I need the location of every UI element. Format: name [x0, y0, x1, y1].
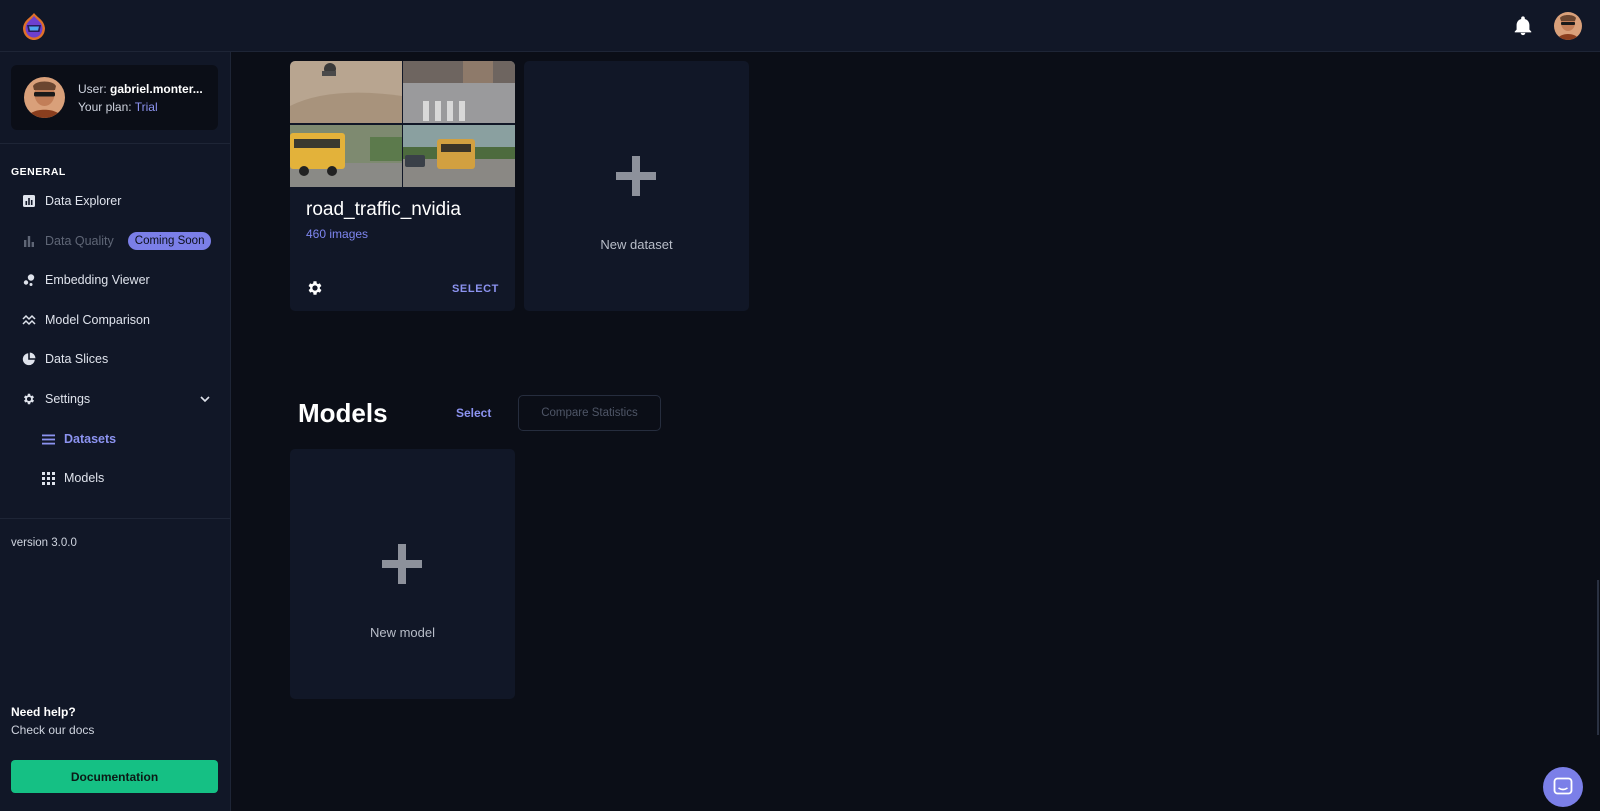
user-name-line: User: gabriel.monter...: [78, 82, 210, 96]
sidebar-item-label: Data Slices: [45, 352, 109, 366]
line-wave-icon: [22, 314, 36, 326]
dataset-card[interactable]: road_traffic_nvidia 460 images SELECT: [290, 61, 515, 311]
plan-value[interactable]: Trial: [135, 100, 158, 114]
chat-support-button[interactable]: [1543, 767, 1583, 807]
thumbnail-image: [403, 124, 515, 188]
sidebar-item-data-explorer[interactable]: Data Explorer: [22, 189, 121, 213]
gear-icon: [23, 393, 35, 405]
plus-icon: [616, 156, 656, 196]
sidebar-subitem-label: Models: [64, 471, 105, 485]
new-dataset-card[interactable]: New dataset: [524, 61, 749, 311]
sidebar-item-embedding-viewer[interactable]: Embedding Viewer: [22, 268, 150, 292]
sidebar-item-label: Settings: [45, 392, 91, 406]
divider: [0, 518, 231, 519]
bar-chart-icon: [23, 195, 35, 207]
sidebar-item-data-slices[interactable]: Data Slices: [22, 347, 108, 371]
plus-icon: [382, 544, 422, 584]
grid-icon: [42, 471, 55, 485]
sidebar-item-label: Data Quality: [45, 234, 114, 248]
list-icon: [42, 434, 55, 444]
help-title: Need help?: [11, 705, 76, 719]
sidebar-item-label: Embedding Viewer: [45, 273, 150, 287]
new-dataset-label: New dataset: [600, 237, 673, 252]
models-heading: Models: [298, 398, 388, 428]
dataset-thumbnails: [290, 61, 515, 187]
user-name: gabriel.monter...: [110, 82, 203, 96]
top-bar: [0, 0, 1600, 52]
pie-chart-icon: [22, 352, 36, 366]
thumbnail-image: [403, 61, 515, 124]
chevron-down-icon[interactable]: [199, 393, 211, 405]
bell-icon[interactable]: [1512, 15, 1534, 37]
help-subtitle: Check our docs: [11, 723, 95, 737]
user-label: User:: [78, 82, 107, 96]
user-card: User: gabriel.monter... Your plan: Trial: [11, 65, 218, 130]
sidebar-item-label: Model Comparison: [45, 313, 150, 327]
thumbnail-image: [290, 61, 402, 124]
sidebar-item-model-comparison[interactable]: Model Comparison: [22, 308, 150, 332]
version-label: version 3.0.0: [11, 537, 77, 549]
scatter-dots-icon: [23, 274, 35, 286]
dataset-select-button[interactable]: SELECT: [452, 283, 499, 295]
divider: [0, 143, 231, 144]
models-select-button[interactable]: Select: [456, 406, 491, 420]
sidebar-item-settings[interactable]: Settings: [22, 387, 90, 411]
user-plan-line: Your plan: Trial: [78, 100, 210, 114]
scrollbar[interactable]: [1597, 580, 1599, 735]
sidebar-subitem-label: Datasets: [64, 432, 117, 446]
user-avatar[interactable]: [1554, 12, 1582, 40]
new-model-label: New model: [369, 625, 436, 640]
avatar: [24, 77, 65, 118]
sidebar-item-label: Data Explorer: [45, 194, 122, 208]
documentation-button[interactable]: Documentation: [11, 760, 218, 793]
coming-soon-badge: Coming Soon: [127, 232, 212, 250]
sidebar-subitem-datasets[interactable]: Datasets: [42, 427, 116, 451]
plan-label: Your plan:: [78, 100, 132, 114]
compare-statistics-button[interactable]: Compare Statistics: [518, 395, 661, 431]
section-label-general: GENERAL: [11, 166, 66, 178]
dataset-name: road_traffic_nvidia: [306, 199, 461, 220]
gear-icon[interactable]: [306, 279, 324, 297]
sidebar: User: gabriel.monter... Your plan: Trial…: [0, 52, 231, 811]
helmet-logo-icon[interactable]: [19, 12, 49, 42]
thumbnail-image: [290, 124, 402, 188]
sidebar-item-data-quality: Data Quality Coming Soon: [22, 229, 212, 253]
dataset-image-count: 460 images: [306, 227, 369, 241]
column-chart-icon: [24, 236, 34, 247]
new-model-card[interactable]: New model: [290, 449, 515, 699]
sidebar-subitem-models[interactable]: Models: [42, 466, 104, 490]
chat-icon: [1553, 777, 1573, 795]
